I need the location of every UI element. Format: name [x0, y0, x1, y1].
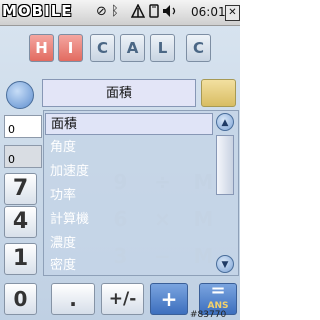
mode-key-a[interactable]: A — [120, 34, 145, 62]
scroll-thumb[interactable] — [216, 135, 234, 195]
key-plus[interactable]: + — [150, 283, 188, 315]
input-value-field[interactable]: 0 — [4, 115, 42, 138]
mode-key-row: H I C A L C — [0, 34, 240, 66]
dropdown-item-power[interactable]: 功率 — [45, 185, 213, 207]
mode-key-i[interactable]: I — [58, 34, 83, 62]
category-swap-button[interactable] — [201, 79, 236, 107]
scroll-down-icon[interactable]: ▼ — [216, 255, 234, 273]
dropdown-item-concentration[interactable]: 濃度 — [45, 233, 213, 255]
dropdown-item-area[interactable]: 面積 — [45, 113, 213, 135]
key-1[interactable]: 1 — [4, 243, 37, 275]
dropdown-item-density[interactable]: 密度 — [45, 257, 213, 275]
bluetooth-icon: ᛒ — [111, 4, 119, 19]
close-icon[interactable]: ✕ — [225, 5, 240, 21]
phone-icon[interactable] — [148, 4, 160, 22]
mode-key-h[interactable]: H — [29, 34, 54, 62]
category-dropdown[interactable]: 面積 角度 加速度 功率 計算機 濃度 密度 ▲ ▼ — [43, 110, 239, 276]
scroll-up-icon[interactable]: ▲ — [216, 113, 234, 131]
key-7[interactable]: 7 — [4, 173, 37, 205]
clock-time[interactable]: 06:01 — [191, 5, 226, 19]
dropdown-scrollbar[interactable]: ▲ ▼ — [216, 113, 236, 273]
sync-icon: ⊘ — [96, 4, 107, 19]
key-0[interactable]: 0 — [4, 283, 37, 315]
speaker-icon[interactable] — [162, 4, 178, 22]
status-bar: MOBILE ⊘ ᛒ 06:01 ✕ — [0, 0, 240, 26]
converter-app: H I C A L C 面積 0 0 7 4 1 9 ÷ M 6 × M 3 −… — [0, 26, 240, 320]
mode-key-l[interactable]: L — [150, 34, 175, 62]
category-field[interactable]: 面積 — [42, 79, 196, 107]
key-4[interactable]: 4 — [4, 206, 37, 238]
dropdown-item-computer[interactable]: 計算機 — [45, 209, 213, 231]
mode-round-button[interactable] — [6, 81, 34, 109]
mode-key-c[interactable]: C — [90, 34, 115, 62]
image-id-watermark: #83770 — [190, 310, 227, 320]
key-decimal[interactable]: . — [51, 283, 95, 315]
output-value-field[interactable]: 0 — [4, 145, 42, 168]
mode-key-c2[interactable]: C — [186, 34, 211, 62]
carrier-logo: MOBILE — [2, 2, 73, 20]
key-sign[interactable]: +/- — [101, 283, 144, 315]
dropdown-item-accel[interactable]: 加速度 — [45, 161, 213, 183]
dropdown-item-angle[interactable]: 角度 — [45, 137, 213, 159]
signal-icon[interactable] — [130, 3, 146, 22]
